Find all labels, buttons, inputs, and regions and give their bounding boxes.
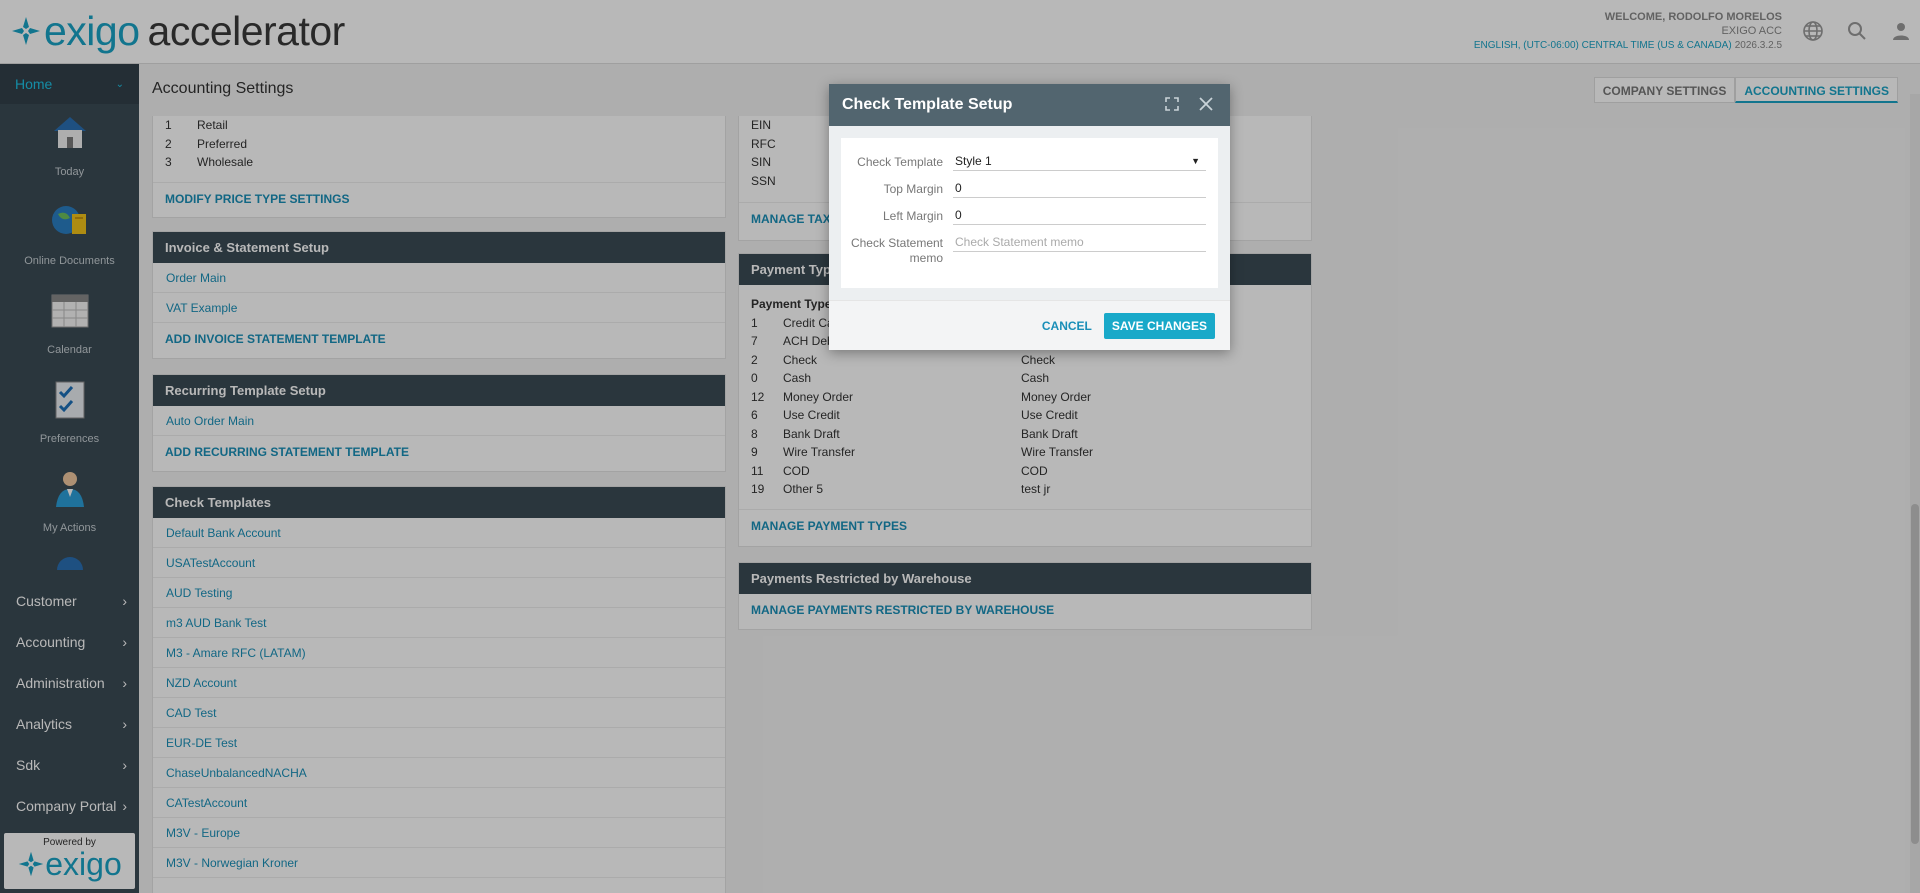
form-row-check-template: Check Template Style 1 ▼ bbox=[841, 152, 1206, 171]
form-row-memo: Check Statement memo Check Statement mem… bbox=[841, 233, 1206, 266]
dialog-form: Check Template Style 1 ▼ Top Margin 0 Le… bbox=[841, 138, 1218, 288]
memo-label: Check Statement memo bbox=[850, 236, 943, 265]
top-margin-label: Top Margin bbox=[883, 182, 943, 196]
left-margin-label: Left Margin bbox=[882, 209, 943, 223]
form-row-top-margin: Top Margin 0 bbox=[841, 179, 1206, 198]
save-changes-button[interactable]: SAVE CHANGES bbox=[1103, 312, 1215, 339]
maximize-icon[interactable] bbox=[1161, 93, 1183, 115]
memo-input[interactable]: Check Statement memo bbox=[953, 233, 1206, 252]
check-template-label: Check Template bbox=[857, 155, 943, 169]
dialog-title: Check Template Setup bbox=[842, 96, 1013, 113]
top-margin-input[interactable]: 0 bbox=[953, 179, 1206, 198]
check-template-dialog: Check Template Setup Check Template Styl… bbox=[829, 84, 1230, 350]
dialog-body: Check Template Style 1 ▼ Top Margin 0 Le… bbox=[829, 126, 1230, 300]
close-icon[interactable] bbox=[1195, 93, 1217, 115]
left-margin-input[interactable]: 0 bbox=[953, 206, 1206, 225]
dialog-header: Check Template Setup bbox=[829, 84, 1230, 126]
dialog-footer: CANCEL SAVE CHANGES bbox=[829, 300, 1230, 350]
caret-down-icon: ▼ bbox=[1191, 156, 1200, 166]
check-template-select[interactable]: Style 1 ▼ bbox=[953, 152, 1206, 171]
cancel-button[interactable]: CANCEL bbox=[1042, 319, 1092, 333]
form-row-left-margin: Left Margin 0 bbox=[841, 206, 1206, 225]
check-template-value: Style 1 bbox=[955, 154, 992, 168]
